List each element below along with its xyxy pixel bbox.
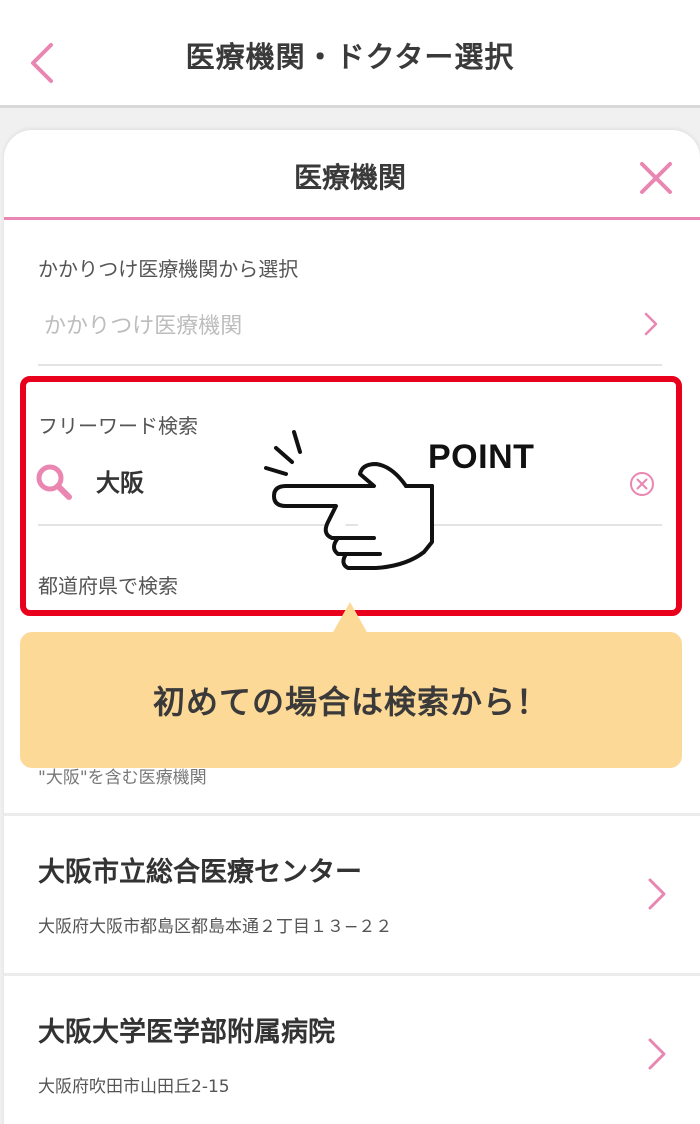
hospital-address: 大阪府吹田市山田丘2-15 xyxy=(38,1077,230,1097)
screen: 医療機関・ドクター選択 医療機関 かかりつけ医療機関から選択 かかりつけ医療機関… xyxy=(0,0,700,1124)
row-divider xyxy=(38,364,662,366)
header-divider xyxy=(4,217,700,220)
callout-text: 初めての場合は検索から！ xyxy=(152,683,549,721)
chevron-right-icon[interactable] xyxy=(640,310,662,338)
hospital-address: 大阪府大阪市都島区都島本通２丁目１３−２２ xyxy=(38,917,393,937)
hint-callout: 初めての場合は検索から！ xyxy=(20,632,682,768)
pointing-hand-icon xyxy=(256,424,436,574)
favorite-institution-select[interactable]: かかりつけ医療機関 xyxy=(44,308,242,340)
point-label: POINT xyxy=(428,438,535,476)
chevron-right-icon xyxy=(642,1034,670,1074)
sheet-title: 医療機関 xyxy=(293,161,406,194)
list-item[interactable]: 大阪市立総合医療センター 大阪府大阪市都島区都島本通２丁目１３−２２ xyxy=(4,816,700,976)
callout-pointer xyxy=(330,600,370,634)
list-item[interactable]: 大阪大学医学部附属病院 大阪府吹田市山田丘2-15 xyxy=(4,976,700,1124)
close-x-icon[interactable] xyxy=(634,156,678,200)
hospital-name: 大阪市立総合医療センター xyxy=(38,857,362,888)
top-nav-bar: 医療機関・ドクター選択 xyxy=(0,0,700,108)
page-title: 医療機関・ドクター選択 xyxy=(185,40,515,74)
chevron-right-icon xyxy=(642,874,670,914)
favorite-section-label: かかりつけ医療機関から選択 xyxy=(38,257,299,281)
hospital-name: 大阪大学医学部附属病院 xyxy=(38,1017,335,1048)
